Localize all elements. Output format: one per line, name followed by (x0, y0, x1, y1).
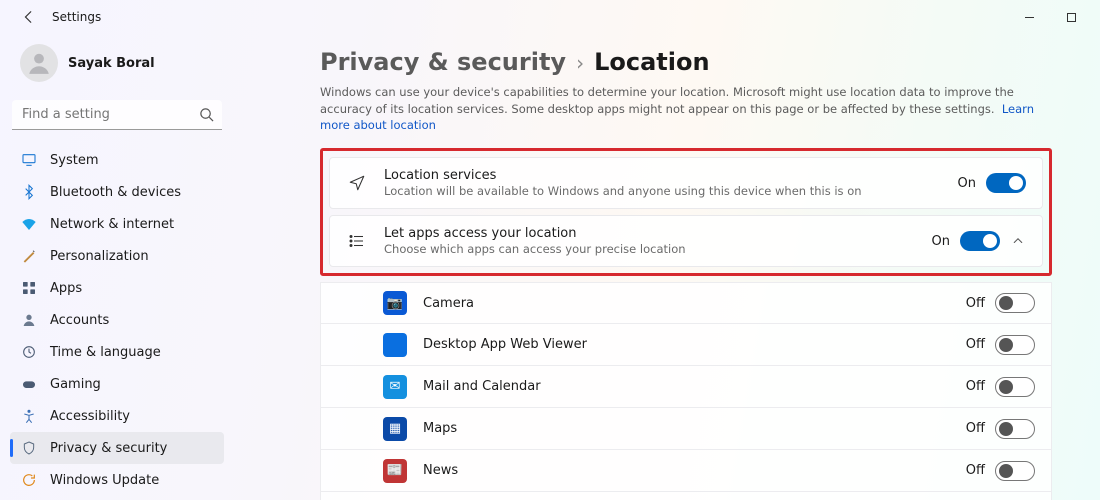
sidebar-item-label: Bluetooth & devices (50, 185, 181, 200)
sidebar-item-label: Time & language (50, 345, 161, 360)
app-row: ✉ Mail and Calendar Off (320, 366, 1052, 408)
location-services-card[interactable]: Location services Location will be avail… (329, 157, 1043, 209)
card-title: Location services (384, 168, 862, 183)
network-icon (20, 215, 38, 233)
app-name: Desktop App Web Viewer (423, 337, 587, 352)
app-name: Camera (423, 296, 474, 311)
sidebar-item-label: Accounts (50, 313, 109, 328)
toggle-state: Off (966, 463, 985, 478)
page-title: Location (594, 48, 709, 76)
toggle-state: On (932, 234, 950, 249)
sidebar-item-label: Network & internet (50, 217, 174, 232)
sidebar-item-gaming[interactable]: Gaming (10, 368, 224, 400)
privacy-icon (20, 439, 38, 457)
app-icon: 📰 (383, 459, 407, 483)
back-button[interactable] (18, 10, 40, 24)
app-icon: 📷 (383, 291, 407, 315)
app-row: SSkypeOn (320, 492, 1052, 500)
apps-icon (20, 279, 38, 297)
accounts-icon (20, 311, 38, 329)
user-name: Sayak Boral (68, 56, 155, 71)
time-icon (20, 343, 38, 361)
sidebar-item-accounts[interactable]: Accounts (10, 304, 224, 336)
apps-access-toggle[interactable] (960, 231, 1000, 251)
app-toggle[interactable] (995, 419, 1035, 439)
sidebar-item-system[interactable]: System (10, 144, 224, 176)
sidebar-item-label: Windows Update (50, 473, 159, 488)
apps-access-card[interactable]: Let apps access your location Choose whi… (329, 215, 1043, 267)
sidebar-item-network[interactable]: Network & internet (10, 208, 224, 240)
location-arrow-icon (346, 174, 368, 192)
accessibility-icon (20, 407, 38, 425)
app-row: ▦ Maps Off (320, 408, 1052, 450)
avatar (20, 44, 58, 82)
chevron-up-icon[interactable] (1010, 235, 1026, 247)
app-icon: ▦ (383, 417, 407, 441)
sidebar-item-privacy[interactable]: Privacy & security (10, 432, 224, 464)
app-row: 📷 Camera Off (320, 282, 1052, 324)
sidebar-item-bluetooth[interactable]: Bluetooth & devices (10, 176, 224, 208)
sidebar-item-accessibility[interactable]: Accessibility (10, 400, 224, 432)
toggle-state: Off (966, 337, 985, 352)
system-icon (20, 151, 38, 169)
app-icon (383, 333, 407, 357)
chevron-right-icon: › (576, 51, 584, 75)
breadcrumb: Privacy & security › Location (320, 48, 1052, 76)
app-name: Mail and Calendar (423, 379, 541, 394)
minimize-button[interactable] (1012, 4, 1046, 30)
card-subtitle: Location will be available to Windows an… (384, 184, 862, 198)
app-row: 📰 News Off (320, 450, 1052, 492)
toggle-state: Off (966, 379, 985, 394)
search-icon (199, 107, 214, 126)
sidebar: Sayak Boral System Bluetooth & devices Net… (0, 34, 234, 500)
toggle-state: On (958, 176, 976, 191)
search-input[interactable] (12, 100, 222, 130)
app-toggle[interactable] (995, 377, 1035, 397)
toggle-state: Off (966, 296, 985, 311)
sidebar-item-label: Personalization (50, 249, 149, 264)
maximize-button[interactable] (1054, 4, 1088, 30)
personalization-icon (20, 247, 38, 265)
window-title: Settings (52, 10, 101, 24)
sidebar-item-apps[interactable]: Apps (10, 272, 224, 304)
sidebar-item-personalization[interactable]: Personalization (10, 240, 224, 272)
sidebar-item-label: System (50, 153, 98, 168)
sidebar-item-label: Privacy & security (50, 441, 167, 456)
location-services-toggle[interactable] (986, 173, 1026, 193)
sidebar-item-label: Gaming (50, 377, 101, 392)
list-icon (346, 232, 368, 250)
intro-text: Windows can use your device's capabiliti… (320, 84, 1052, 134)
card-subtitle: Choose which apps can access your precis… (384, 242, 686, 256)
gaming-icon (20, 375, 38, 393)
bluetooth-icon (20, 183, 38, 201)
app-name: Maps (423, 421, 457, 436)
update-icon (20, 471, 38, 489)
app-name: News (423, 463, 458, 478)
breadcrumb-parent[interactable]: Privacy & security (320, 48, 566, 76)
app-toggle[interactable] (995, 335, 1035, 355)
sidebar-item-label: Accessibility (50, 409, 130, 424)
sidebar-item-label: Apps (50, 281, 82, 296)
highlight-box: Location services Location will be avail… (320, 148, 1052, 276)
app-icon: ✉ (383, 375, 407, 399)
main-content: Privacy & security › Location Windows ca… (234, 34, 1100, 500)
app-row: Desktop App Web Viewer Off (320, 324, 1052, 366)
app-toggle[interactable] (995, 293, 1035, 313)
sidebar-item-update[interactable]: Windows Update (10, 464, 224, 496)
card-title: Let apps access your location (384, 226, 686, 241)
sidebar-item-time[interactable]: Time & language (10, 336, 224, 368)
user-block[interactable]: Sayak Boral (10, 34, 224, 100)
app-toggle[interactable] (995, 461, 1035, 481)
toggle-state: Off (966, 421, 985, 436)
